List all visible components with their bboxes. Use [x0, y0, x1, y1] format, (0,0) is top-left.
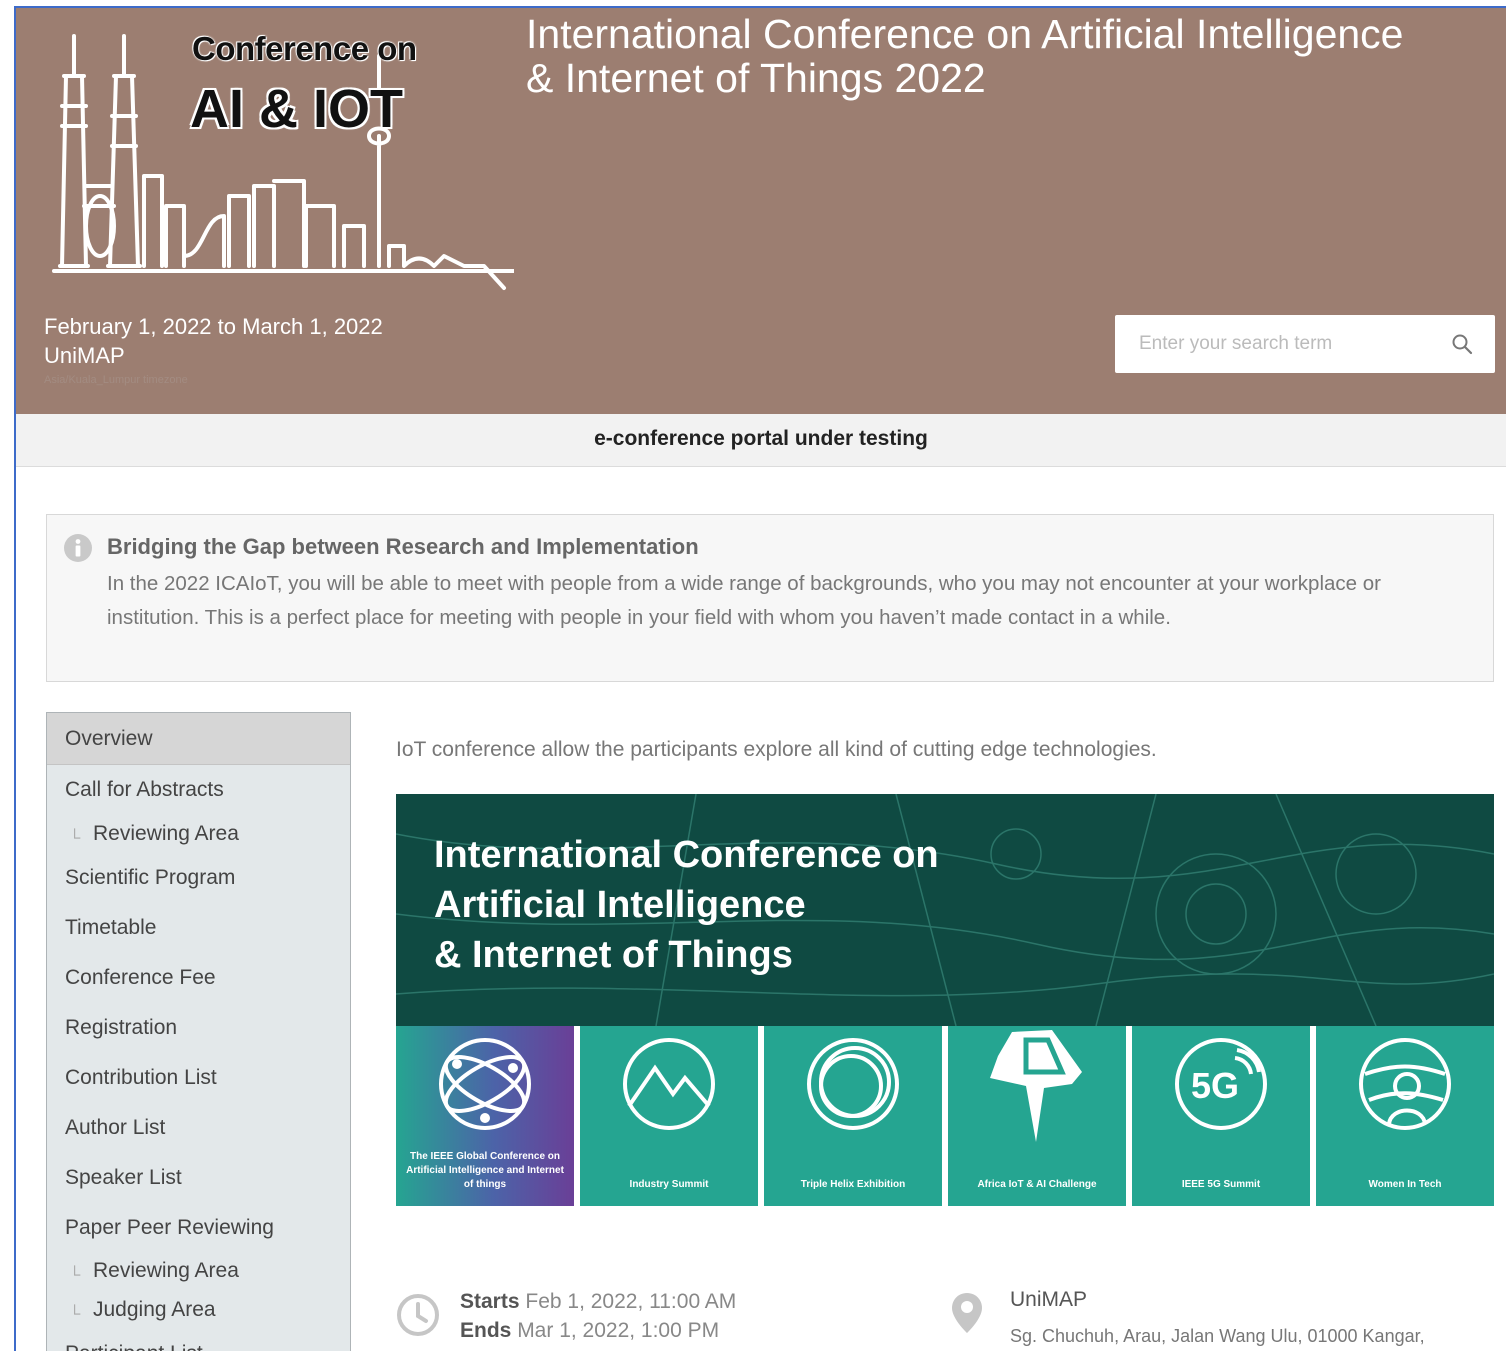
- info-body: In the 2022 ICAIoT, you will be able to …: [107, 572, 1381, 629]
- search-box: [1115, 315, 1495, 373]
- 5g-icon: 5G: [1175, 1038, 1267, 1130]
- menu-item-label: Reviewing Area: [93, 1259, 239, 1282]
- menu-item-author-list[interactable]: Author List: [47, 1113, 350, 1143]
- subitem-marker-icon: └: [69, 1267, 81, 1284]
- logo-text-line2: AI & IOT: [190, 79, 403, 139]
- menu-item-label: Call for Abstracts: [65, 778, 224, 801]
- mountains-icon: [623, 1038, 715, 1130]
- menu-item-label: Judging Area: [93, 1298, 216, 1321]
- conference-header: Conference on AI & IOT International Con…: [16, 8, 1506, 414]
- conference-title-line2: & Internet of Things 2022: [526, 55, 986, 101]
- menu-item-label: Scientific Program: [65, 866, 236, 889]
- banner-title: International Conference on Artificial I…: [434, 830, 939, 980]
- menu-item-label: Speaker List: [65, 1166, 182, 1189]
- woman-globe-icon: [1359, 1038, 1451, 1130]
- event-end: Ends Mar 1, 2022, 1:00 PM: [460, 1319, 719, 1343]
- menu-item-abstract-reviewing-area[interactable]: └ Reviewing Area: [47, 819, 350, 849]
- menu-item-judging-area[interactable]: └ Judging Area: [47, 1295, 350, 1325]
- menu-item-label: Author List: [65, 1116, 166, 1139]
- tile-triple-helix: Triple Helix Exhibition: [764, 1026, 942, 1206]
- tile-label: The IEEE Global Conference on Artificial…: [406, 1151, 564, 1190]
- subitem-marker-icon: └: [69, 830, 81, 847]
- tile-5g-summit: 5G IEEE 5G Summit: [1132, 1026, 1310, 1206]
- menu-item-paper-reviewing-area[interactable]: └ Reviewing Area: [47, 1256, 350, 1286]
- menu-item-label: Conference Fee: [65, 966, 216, 989]
- menu-item-label: Timetable: [65, 916, 157, 939]
- menu-item-registration[interactable]: Registration: [47, 1013, 350, 1043]
- page-frame: Conference on AI & IOT International Con…: [14, 6, 1506, 1351]
- banner-header: International Conference on Artificial I…: [396, 794, 1494, 1026]
- menu-item-call-for-abstracts[interactable]: Call for Abstracts: [47, 775, 350, 805]
- menu-item-paper-peer-reviewing[interactable]: Paper Peer Reviewing: [47, 1213, 350, 1243]
- menu-item-conference-fee[interactable]: Conference Fee: [47, 963, 350, 993]
- banner-title-line2: Artificial Intelligence: [434, 884, 806, 926]
- rings-icon: [807, 1038, 899, 1130]
- tile-label: Industry Summit: [629, 1179, 709, 1190]
- conference-venue: UniMAP: [44, 343, 125, 368]
- tile-label: IEEE 5G Summit: [1181, 1179, 1261, 1190]
- location-pin-icon: [952, 1293, 982, 1333]
- tile-women-in-tech: Women In Tech: [1316, 1026, 1494, 1206]
- banner-title-line1: International Conference on: [434, 834, 939, 876]
- info-panel: Bridging the Gap between Research and Im…: [46, 514, 1494, 682]
- event-start: Starts Feb 1, 2022, 11:00 AM: [460, 1290, 736, 1314]
- menu-item-participant-list[interactable]: Participant List: [47, 1339, 350, 1351]
- search-icon[interactable]: [1451, 333, 1473, 355]
- menu-item-label: Contribution List: [65, 1066, 217, 1089]
- africa-map-icon: [990, 1030, 1082, 1142]
- menu-item-overview[interactable]: Overview: [47, 713, 350, 765]
- subitem-marker-icon: └: [69, 1306, 81, 1323]
- logo-text-line1: Conference on: [192, 30, 417, 67]
- menu-item-label: Paper Peer Reviewing: [65, 1216, 274, 1239]
- tile-label: Triple Helix Exhibition: [800, 1179, 906, 1190]
- svg-text:5G: 5G: [1191, 1065, 1239, 1106]
- ends-label: Ends: [460, 1319, 512, 1342]
- globe-network-icon: [439, 1038, 531, 1130]
- info-icon: [64, 534, 92, 562]
- banner-title-line3: & Internet of Things: [434, 934, 793, 976]
- tile-industry-summit: Industry Summit: [580, 1026, 758, 1206]
- banner-tiles: The IEEE Global Conference on Artificial…: [396, 1026, 1494, 1206]
- venue-address: Sg. Chuchuh, Arau, Jalan Wang Ulu, 01000…: [1010, 1326, 1425, 1346]
- info-title: Bridging the Gap between Research and Im…: [107, 534, 699, 559]
- conference-timezone: Asia/Kuala_Lumpur timezone: [44, 374, 188, 386]
- menu-item-label: Participant List: [65, 1342, 203, 1351]
- menu-item-label: Overview: [65, 727, 153, 750]
- menu-item-label: Registration: [65, 1016, 178, 1039]
- conference-logo[interactable]: Conference on AI & IOT: [44, 16, 516, 306]
- conference-menu: Overview Call for Abstracts └ Reviewing A…: [46, 712, 351, 1351]
- search-input[interactable]: [1137, 332, 1451, 356]
- testing-notice-bar: e-conference portal under testing: [16, 414, 1506, 467]
- conference-intro-text: IoT conference allow the participants ex…: [396, 738, 1157, 761]
- conference-title[interactable]: International Conference on Artificial I…: [526, 12, 1506, 100]
- menu-item-timetable[interactable]: Timetable: [47, 913, 350, 943]
- conference-banner-image: International Conference on Artificial I…: [396, 794, 1494, 1208]
- starts-value: Feb 1, 2022, 11:00 AM: [525, 1290, 737, 1313]
- menu-item-scientific-program[interactable]: Scientific Program: [47, 863, 350, 893]
- tile-global-conference: The IEEE Global Conference on Artificial…: [396, 1026, 574, 1206]
- conference-dates: February 1, 2022 to March 1, 2022: [44, 314, 383, 339]
- venue-name: UniMAP: [1010, 1288, 1088, 1311]
- ends-value: Mar 1, 2022, 1:00 PM: [517, 1319, 720, 1342]
- clock-icon: [397, 1294, 439, 1336]
- menu-item-label: Reviewing Area: [93, 822, 239, 845]
- tile-label: Africa IoT & AI Challenge: [977, 1179, 1097, 1190]
- tile-africa-challenge: Africa IoT & AI Challenge: [948, 1026, 1126, 1206]
- starts-label: Starts: [460, 1290, 520, 1313]
- menu-item-contribution-list[interactable]: Contribution List: [47, 1063, 350, 1093]
- menu-item-speaker-list[interactable]: Speaker List: [47, 1163, 350, 1193]
- tile-label: Women In Tech: [1368, 1179, 1442, 1190]
- conference-title-line1: International Conference on Artificial I…: [526, 11, 1404, 57]
